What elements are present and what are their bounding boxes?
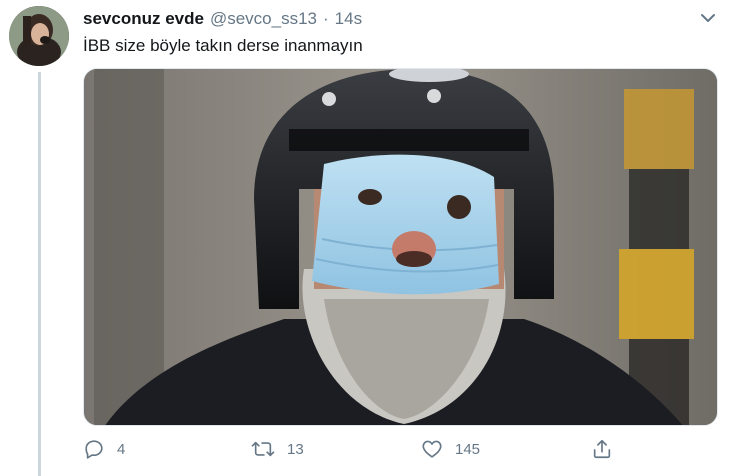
like-count: 145	[455, 440, 481, 458]
reply-icon	[85, 440, 103, 459]
tweet-photo[interactable]	[83, 68, 718, 426]
display-name[interactable]: sevconuz evde	[83, 9, 204, 29]
reply-count: 4	[117, 440, 126, 458]
retweet-icon	[251, 441, 275, 457]
reply-button[interactable]: 4	[83, 438, 125, 460]
tweet[interactable]: sevconuz evde @sevco_ss13 · 14s İBB size…	[0, 0, 744, 476]
chevron-down-icon[interactable]	[698, 8, 718, 28]
tweet-text: İBB size böyle takın derse inanmayın	[83, 36, 363, 55]
retweet-count: 13	[287, 440, 304, 458]
user-handle[interactable]: @sevco_ss13	[210, 9, 317, 29]
retweet-button[interactable]: 13	[251, 438, 304, 460]
share-button[interactable]	[591, 438, 613, 460]
share-icon	[593, 439, 611, 459]
avatar[interactable]	[9, 6, 69, 66]
heart-icon	[422, 440, 442, 458]
separator-dot: ·	[322, 9, 329, 28]
like-button[interactable]: 145	[421, 438, 480, 460]
tweet-header: sevconuz evde @sevco_ss13 · 14s	[83, 9, 362, 29]
timestamp[interactable]: 14s	[335, 9, 362, 29]
thread-line	[38, 72, 41, 476]
tweet-actions: 4 13 145	[83, 438, 623, 468]
